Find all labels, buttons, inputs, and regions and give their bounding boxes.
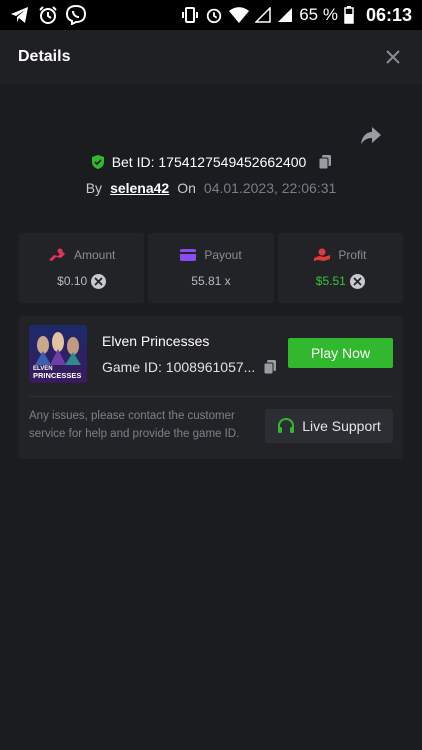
by-label: By <box>85 180 103 196</box>
game-thumbnail[interactable]: ELVEN PRINCESSES <box>29 325 87 383</box>
copy-bet-id-icon[interactable] <box>318 154 332 170</box>
page-title: Details <box>18 48 71 65</box>
stat-profit-head: Profit <box>314 248 366 262</box>
status-bar-right: 65 % 06:13 <box>181 5 412 26</box>
battery-icon <box>344 6 354 24</box>
stat-amount-label: Amount <box>73 247 116 262</box>
copy-game-id-icon[interactable] <box>263 359 277 375</box>
stat-profit-label: Profit <box>338 247 367 262</box>
on-label: On <box>177 180 196 196</box>
clock: 06:13 <box>365 4 412 25</box>
live-support-label: Live Support <box>302 418 381 434</box>
bet-meta-row: By selena42 On 04.01.2023, 22:06:31 <box>0 180 422 196</box>
close-icon <box>386 50 400 64</box>
wifi-icon <box>229 7 250 23</box>
signal-icon <box>278 8 293 22</box>
signal-icon <box>255 7 271 23</box>
alarm-icon <box>39 6 57 24</box>
stat-payout-value-row: 55.81 x <box>191 274 230 288</box>
thumb-text-2: PRINCESSES <box>33 371 81 380</box>
stat-amount-value: $0.10 <box>57 274 88 288</box>
stat-payout-value: 55.81 x <box>191 274 231 288</box>
stat-amount-value-row: $0.10 <box>57 273 107 289</box>
stat-amount-head: Amount <box>48 248 115 262</box>
payout-card-icon <box>180 249 197 261</box>
bet-id-row: Bet ID: 1754127549452662400 <box>0 154 422 170</box>
stat-amount: Amount $0.10 <box>19 233 145 303</box>
profit-icon <box>314 248 331 261</box>
headset-icon <box>278 417 295 433</box>
details-content: Bet ID: 1754127549452662400 By selena42 … <box>0 84 422 750</box>
stat-payout: Payout 55.81 x <box>148 233 274 303</box>
play-now-button[interactable]: Play Now <box>288 338 393 368</box>
battery-percent: 65 % <box>299 5 338 24</box>
viber-icon <box>66 5 86 25</box>
game-card: ELVEN PRINCESSES Elven Princesses Game I… <box>19 316 403 459</box>
telegram-icon <box>11 7 28 23</box>
stat-payout-head: Payout <box>180 248 242 262</box>
stat-payout-label: Payout <box>204 248 242 262</box>
share-icon <box>361 127 381 144</box>
game-title: Elven Princesses <box>102 333 210 349</box>
coin-icon <box>91 273 107 289</box>
bet-date: 04.01.2023, 22:06:31 <box>203 180 337 196</box>
game-id: Game ID: 1008961057... <box>102 359 256 375</box>
close-button[interactable] <box>382 46 404 68</box>
vibrate-icon <box>182 7 199 23</box>
game-id-row: Game ID: 1008961057... <box>102 359 277 375</box>
amount-icon <box>48 248 65 261</box>
bet-id: Bet ID: 1754127549452662400 <box>111 154 307 170</box>
username-link[interactable]: selena42 <box>110 180 169 196</box>
coin-icon <box>349 273 365 289</box>
details-header: Details <box>0 30 422 84</box>
alarm-icon <box>207 8 222 24</box>
game-thumbnail-art: ELVEN PRINCESSES <box>29 325 87 383</box>
status-bar-left <box>10 5 86 25</box>
divider <box>29 396 393 397</box>
share-button[interactable] <box>360 124 382 146</box>
shield-check-icon <box>91 155 104 169</box>
stat-profit: Profit $5.51 <box>277 233 403 303</box>
stat-profit-value-row: $5.51 <box>315 273 365 289</box>
live-support-button[interactable]: Live Support <box>265 409 393 443</box>
support-notice: Any issues, please contact the customer … <box>29 410 240 440</box>
stat-profit-value: $5.51 <box>315 274 346 288</box>
bet-stats: Amount $0.10 Payout 55.81 x Profit $5.51 <box>19 233 403 303</box>
status-bar: 65 % 06:13 <box>0 0 422 30</box>
